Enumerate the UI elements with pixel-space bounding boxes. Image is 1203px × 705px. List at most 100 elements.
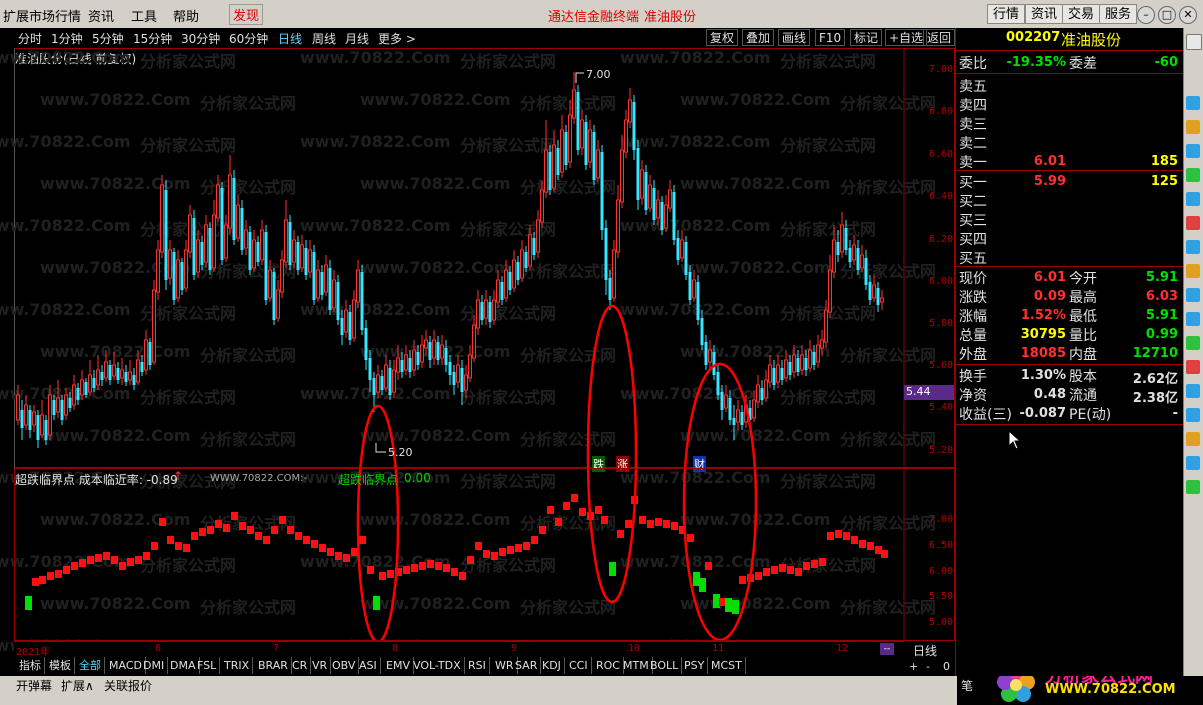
- toolbar-icon[interactable]: [1186, 120, 1200, 134]
- indicator-tab[interactable]: VR: [309, 657, 332, 674]
- indicator-tab[interactable]: CCI: [566, 657, 592, 674]
- toolbar-icon[interactable]: [1186, 360, 1200, 374]
- candle: [404, 345, 408, 375]
- y-tick: 5.60: [929, 360, 954, 371]
- toolbar-icon[interactable]: [1186, 168, 1200, 182]
- toolbar-icon[interactable]: [1186, 216, 1200, 230]
- indicator-tab[interactable]: SAR: [512, 657, 542, 674]
- indicator-tab[interactable]: RSI: [465, 657, 490, 674]
- toolbar-icon[interactable]: [1186, 384, 1200, 398]
- candle: [780, 360, 784, 385]
- indicator-tab[interactable]: DMI: [140, 657, 169, 674]
- candle: [796, 350, 800, 376]
- zoom-in-button[interactable]: +: [909, 660, 918, 673]
- candle: [640, 160, 644, 205]
- toolbar-icon[interactable]: [1186, 336, 1200, 350]
- indicator-tab[interactable]: MCST: [708, 657, 746, 674]
- candle: [32, 405, 36, 432]
- zoom-out-button[interactable]: -: [926, 660, 930, 673]
- candle: [256, 236, 260, 266]
- candle: [852, 235, 856, 265]
- toolbar-icon[interactable]: [1186, 480, 1200, 494]
- divider: [956, 364, 1184, 365]
- toolbar-icon[interactable]: [1186, 192, 1200, 206]
- candle: [144, 330, 148, 375]
- stat-value: 2.38亿: [1132, 391, 1178, 406]
- candle: [760, 380, 764, 405]
- indicator-value: 0.00: [404, 471, 431, 485]
- x-tick: 12: [836, 643, 849, 654]
- low-marker-line: [375, 443, 386, 453]
- candle: [16, 385, 20, 425]
- candle: [396, 345, 400, 380]
- toolbar-icon[interactable]: [1186, 432, 1200, 446]
- danmaku-button[interactable]: 开弹幕: [16, 677, 52, 694]
- candle: [692, 270, 696, 302]
- indicator-tab[interactable]: OBV: [329, 657, 360, 674]
- scroll-marker[interactable]: --: [880, 643, 894, 655]
- brand-logo: 分析家公式网 WWW.70822.COM: [985, 666, 1203, 705]
- toolbar-icon[interactable]: [1186, 264, 1200, 278]
- toolbar-icon[interactable]: [1186, 288, 1200, 302]
- indicator-tab[interactable]: CR: [289, 657, 312, 674]
- indicator-tab[interactable]: BRAR: [255, 657, 292, 674]
- candle: [736, 400, 740, 430]
- y-tick: 6.50: [929, 540, 954, 551]
- indicator-tabs: 指标 模板 全部 MACD DMI DMA FSL TRIX BRAR CR VR OBV ASI EMV…: [14, 657, 904, 675]
- candle: [104, 350, 108, 382]
- indicator-tab[interactable]: 模板: [46, 657, 75, 674]
- indicator-tab[interactable]: BOLL: [647, 657, 683, 674]
- indicator-tab[interactable]: TRIX: [221, 657, 254, 674]
- stat-label: 最高: [1069, 290, 1097, 306]
- low-marker: 5.20: [388, 446, 413, 459]
- candle: [304, 240, 308, 280]
- y-tick: 6.00: [929, 566, 954, 577]
- divider: [956, 266, 1184, 267]
- y-tick: 7.00: [929, 514, 954, 525]
- candle: [112, 352, 116, 380]
- candle: [804, 350, 808, 376]
- indicator-tab[interactable]: 指标: [16, 657, 45, 674]
- candle: [856, 240, 860, 275]
- indicator-tab[interactable]: VOL-TDX: [410, 657, 465, 674]
- candle: [548, 145, 552, 195]
- toolbar-icon[interactable]: [1186, 408, 1200, 422]
- indicator-tab[interactable]: 全部: [76, 657, 105, 674]
- candle: [732, 405, 736, 440]
- related-quote-button[interactable]: 关联报价: [104, 677, 152, 694]
- candle: [768, 355, 772, 388]
- toolbar-icon[interactable]: [1186, 456, 1200, 470]
- sub-chart-title: 超跌临界点 成本临近率: -0.89: [15, 473, 178, 487]
- weibi-label: 委比: [959, 56, 987, 72]
- current-price-tag: 5.44: [904, 385, 954, 400]
- indicator-tab[interactable]: PSY: [681, 657, 709, 674]
- candle: [868, 275, 872, 305]
- scroll-up-icon[interactable]: [1186, 34, 1202, 50]
- toolbar-icon[interactable]: [1186, 240, 1200, 254]
- candle: [476, 290, 480, 335]
- toolbar-icon[interactable]: [1186, 312, 1200, 326]
- reset-button[interactable]: 0: [943, 660, 950, 673]
- candle: [120, 358, 124, 385]
- candle: [816, 335, 820, 368]
- indicator-tab[interactable]: KDJ: [539, 657, 565, 674]
- extend-button[interactable]: 扩展∧: [61, 677, 94, 694]
- candle: [672, 185, 676, 245]
- indicator-tab[interactable]: FSL: [194, 657, 221, 674]
- toolbar-icon[interactable]: [1186, 96, 1200, 110]
- x-tick: 9: [511, 643, 518, 654]
- stat-value: 5.91: [1145, 270, 1178, 285]
- stat-value: 1.52%: [1020, 308, 1066, 323]
- stat-label: PE(动): [1069, 407, 1112, 423]
- candle: [200, 236, 204, 270]
- candle: [492, 290, 496, 325]
- indicator-tab[interactable]: ASI: [356, 657, 381, 674]
- candle: [800, 345, 804, 375]
- stat-value: 0.99: [1145, 327, 1178, 342]
- stat-value: 1.30%: [1020, 368, 1066, 383]
- order-level-label: 买三: [959, 213, 987, 229]
- candle: [600, 145, 604, 240]
- candle: [836, 230, 840, 262]
- candle: [828, 255, 832, 318]
- toolbar-icon[interactable]: [1186, 144, 1200, 158]
